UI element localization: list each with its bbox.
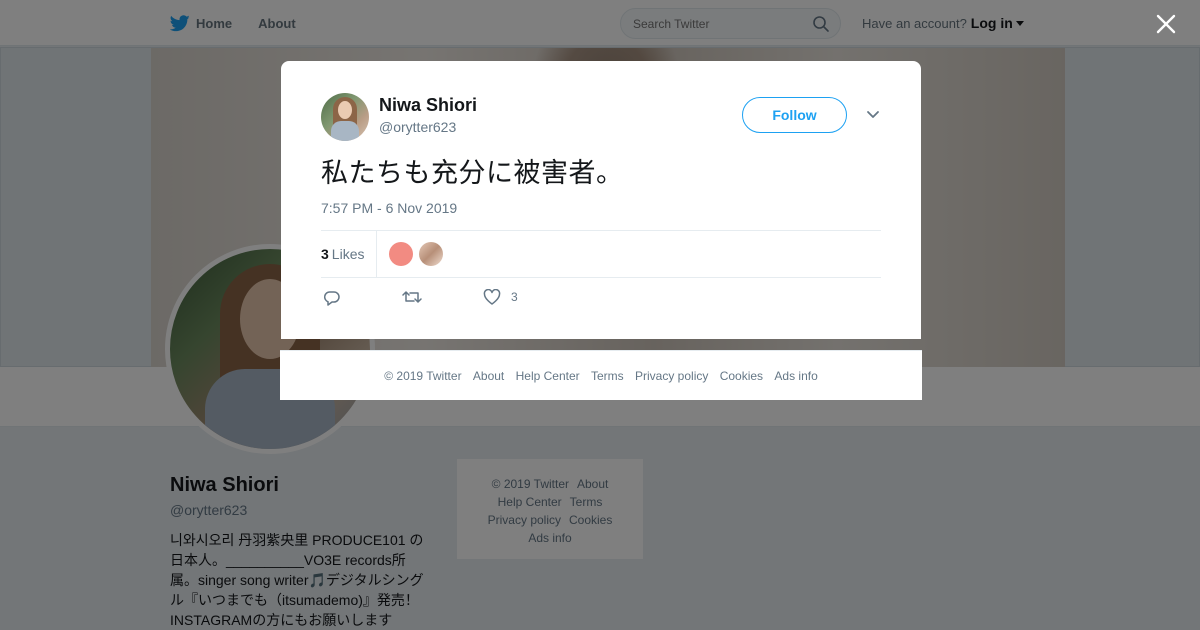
chevron-down-icon[interactable] [865,109,881,121]
heart-icon [483,289,501,305]
footer-terms-link[interactable]: Terms [591,369,624,383]
tweet-author-avatar[interactable] [321,93,369,141]
tweet-stats: 3 Likes [321,230,881,278]
avatar-face [338,101,352,119]
tweet-author-handle[interactable]: @orytter623 [379,119,456,135]
footer-about-link[interactable]: About [473,369,504,383]
likes-stat[interactable]: 3 Likes [321,246,364,262]
footer-help-link[interactable]: Help Center [516,369,580,383]
stat-divider [376,231,377,277]
tweet-modal: Niwa Shiori @orytter623 Follow 私たちも充分に被害… [281,61,921,339]
close-icon[interactable] [1152,10,1180,38]
footer-cookies-link[interactable]: Cookies [720,369,763,383]
liker-avatar[interactable] [389,242,413,266]
reply-icon [323,291,340,306]
reply-button[interactable] [323,289,341,307]
follow-button[interactable]: Follow [742,97,847,133]
tweet-author-name[interactable]: Niwa Shiori [379,95,477,116]
retweet-button[interactable] [402,289,422,305]
likes-label: Likes [331,246,365,262]
footer-copyright: © 2019 Twitter [384,369,462,383]
like-button[interactable]: 3 [483,289,518,305]
liker-avatar[interactable] [419,242,443,266]
avatar-clothing [331,121,359,141]
footer-privacy-link[interactable]: Privacy policy [635,369,708,383]
footer-ads-link[interactable]: Ads info [774,369,817,383]
modal-footer: © 2019 Twitter About Help Center Terms P… [280,350,922,400]
tweet-actions: 3 [321,289,621,309]
tweet-text: 私たちも充分に被害者。 [321,158,624,189]
retweet-icon [402,291,422,303]
like-count: 3 [511,290,518,304]
tweet-timestamp[interactable]: 7:57 PM - 6 Nov 2019 [321,200,457,216]
likes-count: 3 [321,246,329,262]
